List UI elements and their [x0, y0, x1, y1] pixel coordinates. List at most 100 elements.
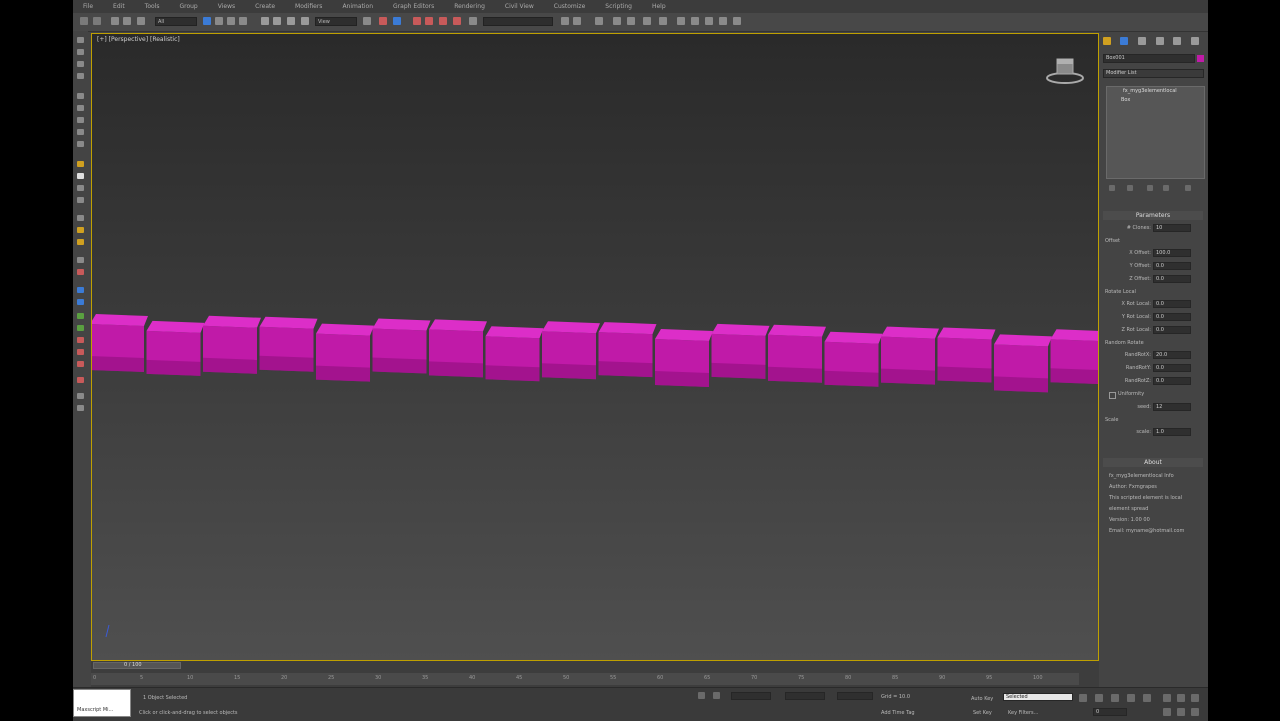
uniformity-checkbox[interactable] [1109, 392, 1116, 399]
tool-icon-14[interactable] [77, 269, 84, 275]
tool-icon-10[interactable] [77, 215, 84, 221]
box-clone[interactable] [994, 334, 1052, 393]
stack-item-modifier[interactable]: fx_myg3elementlocal [1123, 88, 1177, 94]
menu-item-civil-view[interactable]: Civil View [495, 3, 544, 10]
toggle-ribbon-icon[interactable] [613, 17, 621, 25]
render-production-icon[interactable] [705, 17, 713, 25]
hierarchy-tab-icon[interactable] [1138, 37, 1146, 45]
z-coordinate-field[interactable] [837, 692, 873, 700]
redo-icon[interactable] [93, 17, 101, 25]
box-clone[interactable] [429, 319, 487, 378]
x-coordinate-field[interactable] [731, 692, 771, 700]
box-clone[interactable] [655, 329, 713, 387]
tool-icon-4[interactable] [77, 129, 84, 135]
object-color-swatch[interactable] [1197, 55, 1204, 62]
angle-snap-icon[interactable] [425, 17, 433, 25]
auto-key-button[interactable]: Auto Key [971, 696, 993, 702]
reference-coord-dropdown[interactable]: View [315, 17, 357, 26]
material-editor-icon[interactable] [659, 17, 667, 25]
modify-tab-icon[interactable] [1120, 37, 1128, 45]
zoom-all-icon[interactable] [1177, 694, 1185, 702]
select-object-icon[interactable] [203, 17, 211, 25]
param-spinner[interactable]: 0.0 [1153, 364, 1191, 372]
select-manipulate-icon[interactable] [379, 17, 387, 25]
box-clone[interactable] [937, 327, 996, 383]
maxscript-listener[interactable]: Maxscript Mi... [73, 689, 131, 717]
tool-icon-17[interactable] [77, 313, 84, 319]
key-filters-button[interactable]: Key Filters... [1008, 710, 1038, 716]
tool-icon-24[interactable] [77, 405, 84, 411]
region-select-icon[interactable] [227, 17, 235, 25]
tool-icon-1[interactable] [77, 93, 84, 99]
tool-icon-22[interactable] [77, 377, 84, 383]
move-icon[interactable] [261, 17, 269, 25]
zoom-extents-icon[interactable] [1191, 694, 1199, 702]
show-end-result-icon[interactable] [1127, 185, 1133, 191]
tool-icon-5[interactable] [77, 141, 84, 147]
stack-item-box[interactable]: Box [1121, 97, 1130, 103]
place-icon[interactable] [301, 17, 309, 25]
menu-item-graph-editors[interactable]: Graph Editors [383, 3, 444, 10]
go-to-end-icon[interactable] [1143, 694, 1151, 702]
param-spinner[interactable]: 0.0 [1153, 313, 1191, 321]
perspective-viewport[interactable]: [+] [Perspective] [Realistic] [91, 33, 1099, 661]
select-link-icon[interactable] [111, 17, 119, 25]
rendered-frame-window-icon[interactable] [691, 17, 699, 25]
tool-icon-13[interactable] [77, 257, 84, 263]
tool-icon-16[interactable] [77, 299, 84, 305]
spinner-snap-icon[interactable] [453, 17, 461, 25]
menu-item-edit[interactable]: Edit [103, 3, 135, 10]
mirror-icon[interactable] [561, 17, 569, 25]
selection-filter-dropdown[interactable]: All [155, 17, 197, 26]
menu-item-rendering[interactable]: Rendering [444, 3, 495, 10]
box-clone[interactable] [542, 321, 600, 380]
layer-explorer-icon[interactable] [595, 17, 603, 25]
tool-icon-11[interactable] [77, 227, 84, 233]
tool-icon-21[interactable] [77, 361, 84, 367]
edit-named-selection-icon[interactable] [469, 17, 477, 25]
pin-stack-icon[interactable] [1109, 185, 1115, 191]
box-clone[interactable] [1050, 329, 1100, 385]
menu-item-animation[interactable]: Animation [332, 3, 383, 10]
box-clone[interactable] [146, 320, 205, 376]
keyboard-shortcut-icon[interactable] [393, 17, 401, 25]
play-icon[interactable] [1111, 694, 1119, 702]
undo-icon[interactable] [80, 17, 88, 25]
align-icon[interactable] [573, 17, 581, 25]
zoom-icon[interactable] [1163, 694, 1171, 702]
set-key-button[interactable]: Set Key [973, 710, 992, 716]
remove-modifier-icon[interactable] [1163, 185, 1169, 191]
pan-view-icon[interactable] [1177, 708, 1185, 716]
param-spinner[interactable]: 1.0 [1153, 428, 1191, 436]
percent-snap-icon[interactable] [439, 17, 447, 25]
activeshade-icon[interactable] [733, 17, 741, 25]
add-time-tag-button[interactable]: Add Time Tag [881, 710, 915, 716]
tool-icon-18[interactable] [77, 325, 84, 331]
about-rollout-title[interactable]: About [1103, 458, 1203, 467]
tool-icon-12[interactable] [77, 239, 84, 245]
pivot-center-icon[interactable] [363, 17, 371, 25]
tool-icon-2[interactable] [77, 105, 84, 111]
box-clone[interactable] [768, 324, 826, 383]
tool-icon-3[interactable] [77, 117, 84, 123]
schematic-view-icon[interactable] [643, 17, 651, 25]
window-crossing-icon[interactable] [239, 17, 247, 25]
previous-frame-icon[interactable] [1095, 694, 1103, 702]
menu-item-scripting[interactable]: Scripting [595, 3, 642, 10]
box-clone[interactable] [203, 315, 261, 374]
unlink-icon[interactable] [123, 17, 131, 25]
absolute-mode-icon[interactable] [713, 692, 720, 699]
y-coordinate-field[interactable] [785, 692, 825, 700]
orbit-icon[interactable] [1191, 708, 1199, 716]
motion-tab-icon[interactable] [1156, 37, 1164, 45]
param-spinner[interactable]: 100.0 [1153, 249, 1191, 257]
menu-item-help[interactable]: Help [642, 3, 676, 10]
configure-sets-icon[interactable] [1185, 185, 1191, 191]
create-tab-icon[interactable] [1103, 37, 1111, 45]
scale-icon[interactable] [287, 17, 295, 25]
box-clone[interactable] [316, 323, 374, 382]
current-frame-field[interactable]: 0 [1093, 708, 1127, 716]
tool-icon-23[interactable] [77, 393, 84, 399]
tool-icon-8[interactable] [77, 185, 84, 191]
modifier-list-dropdown[interactable]: Modifier List [1103, 69, 1204, 78]
